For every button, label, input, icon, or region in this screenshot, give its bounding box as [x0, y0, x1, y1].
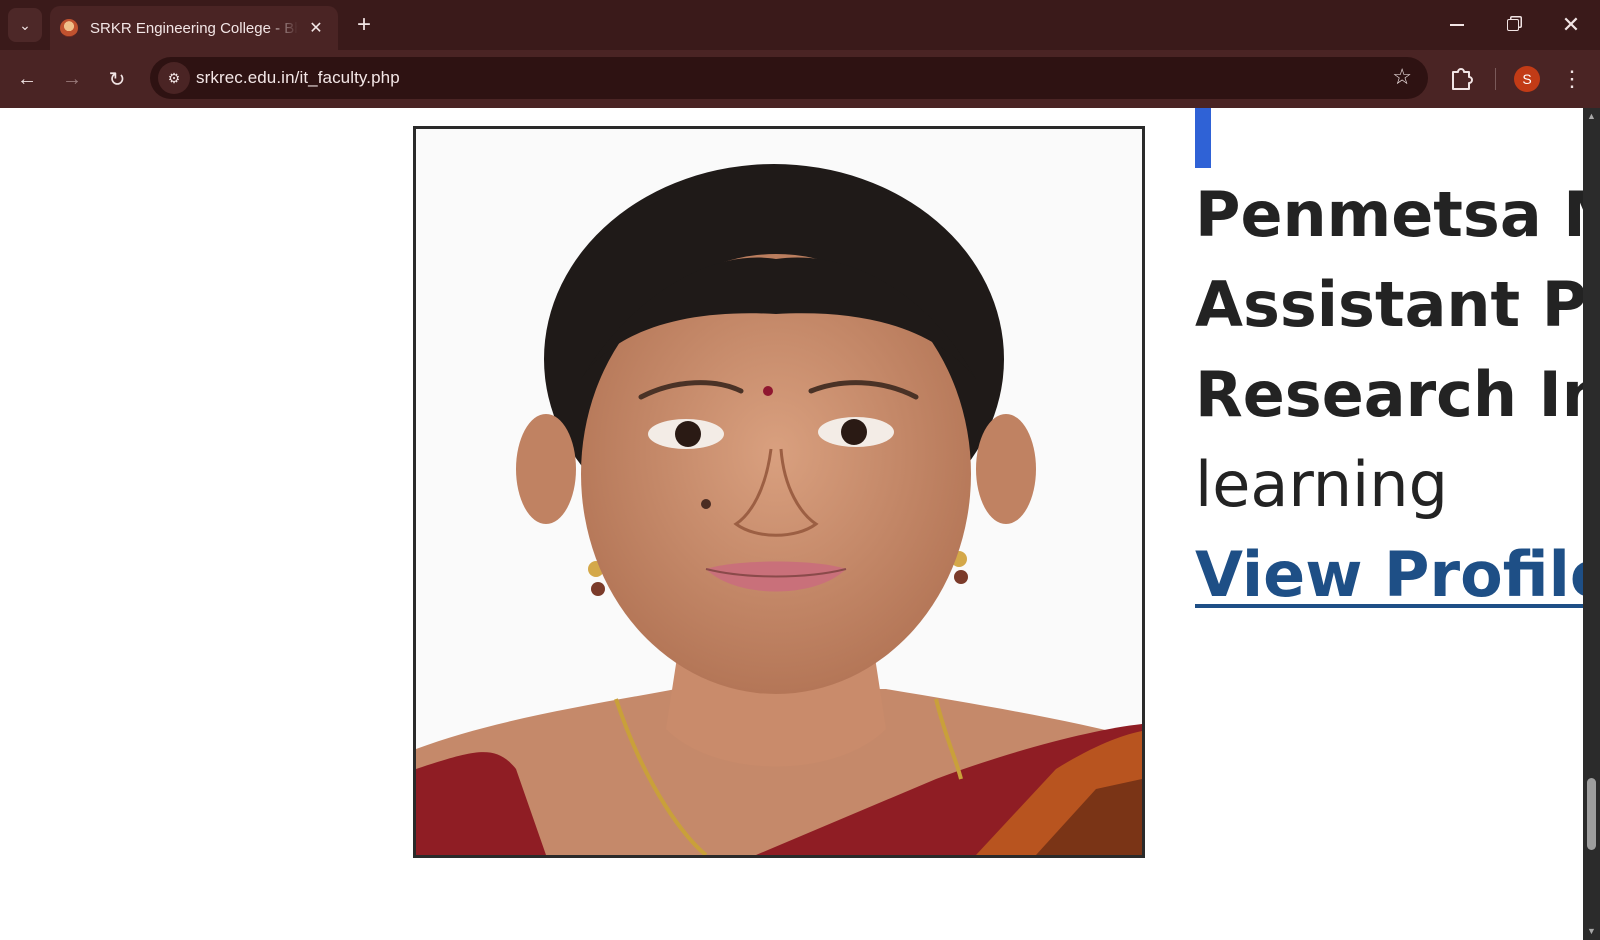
research-interests-value: learning: [1195, 448, 1448, 521]
vertical-scrollbar[interactable]: ▲ ▼: [1583, 108, 1600, 940]
reload-icon[interactable]: ↻: [102, 64, 132, 94]
close-icon[interactable]: ✕: [306, 18, 326, 38]
minimize-icon: [1450, 24, 1464, 26]
window-close-button[interactable]: ✕: [1556, 10, 1586, 40]
scroll-up-arrow-icon[interactable]: ▲: [1583, 108, 1600, 125]
faculty-name: Penmetsa Madhuri: [1195, 178, 1583, 251]
restore-icon: [1507, 19, 1519, 31]
chevron-down-icon: ⌄: [19, 16, 31, 33]
kebab-menu-icon[interactable]: ⋮: [1560, 62, 1584, 96]
research-interests-label: Research Interests: Machine: [1195, 358, 1583, 431]
new-tab-button[interactable]: +: [350, 12, 378, 40]
faculty-designation: Assistant Professor: [1195, 268, 1583, 341]
back-arrow-icon[interactable]: ←: [12, 64, 42, 94]
forward-arrow-icon[interactable]: →: [57, 64, 87, 94]
star-icon[interactable]: ☆: [1392, 64, 1412, 90]
avatar[interactable]: S: [1514, 66, 1540, 92]
extensions-icon[interactable]: [1448, 63, 1474, 93]
tab-strip: ⌄ SRKR Engineering College - Bhimavaram …: [0, 0, 1600, 50]
page-viewport: Penmetsa Madhuri Assistant Professor Res…: [0, 108, 1583, 940]
view-profile-link[interactable]: View Profile: [1195, 538, 1583, 611]
scroll-down-arrow-icon[interactable]: ▼: [1583, 923, 1600, 940]
url-text[interactable]: srkrec.edu.in/it_faculty.php: [196, 68, 400, 88]
favicon-icon: [60, 19, 78, 37]
toolbar-divider: [1495, 68, 1496, 90]
heading-accent-bar: [1195, 108, 1211, 168]
address-bar[interactable]: ⚙ srkrec.edu.in/it_faculty.php ☆: [150, 57, 1428, 99]
active-tab[interactable]: SRKR Engineering College - Bhimavaram ✕: [50, 6, 338, 50]
browser-toolbar: ← → ↻ ⚙ srkrec.edu.in/it_faculty.php ☆: [0, 50, 1600, 108]
site-settings-icon[interactable]: ⚙: [158, 62, 190, 94]
scrollbar-thumb[interactable]: [1587, 778, 1596, 850]
restore-button[interactable]: [1498, 10, 1528, 40]
faculty-portrait-image: [416, 129, 1142, 855]
tab-search-button[interactable]: ⌄: [8, 8, 42, 42]
faculty-photo: [413, 126, 1145, 858]
minimize-button[interactable]: [1442, 10, 1472, 40]
tab-title: SRKR Engineering College - Bhimavaram: [90, 19, 298, 37]
